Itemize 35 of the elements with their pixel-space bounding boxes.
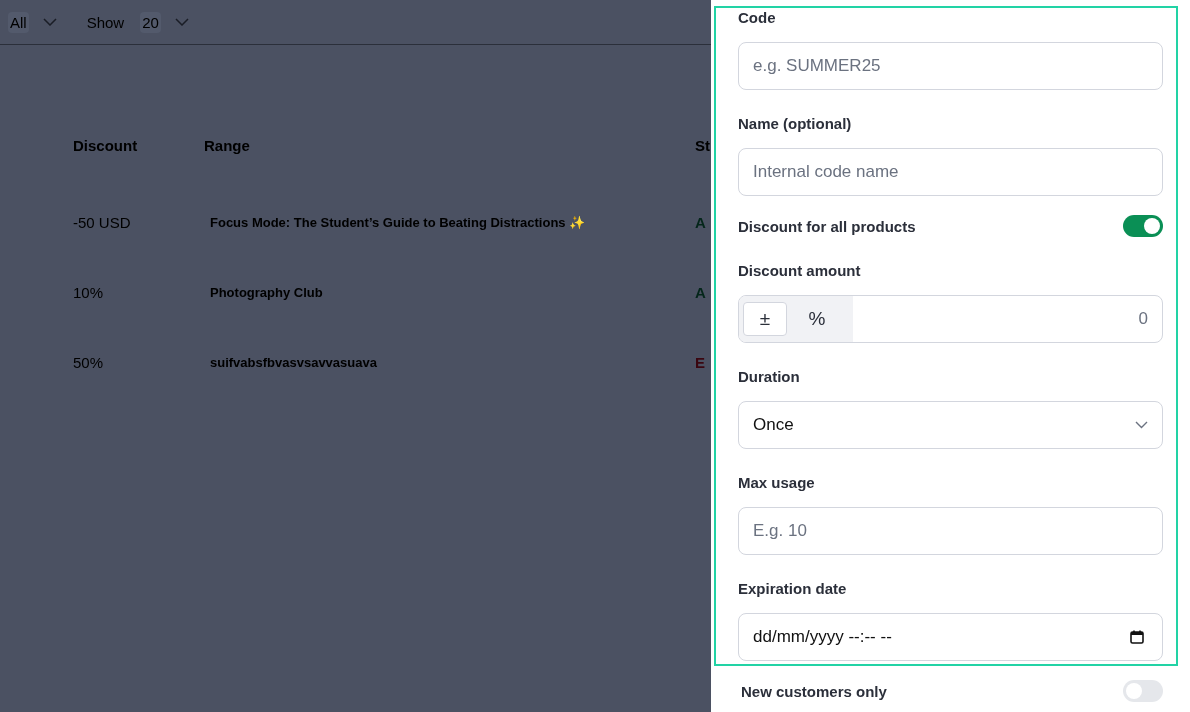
status-text: A [695, 283, 706, 301]
column-header: Range [204, 136, 251, 154]
table-cell-text: -50 USD [73, 213, 132, 231]
range-name: Photography Club [209, 284, 324, 300]
toggle-switch[interactable] [1123, 680, 1163, 702]
column-header: Discount [73, 136, 139, 154]
chevron-down-icon [1135, 421, 1148, 429]
field-label: Discount amount [738, 262, 862, 280]
chevron-down-icon [42, 18, 57, 26]
type-toggle[interactable]: % [795, 302, 839, 336]
calendar-icon [1129, 629, 1145, 645]
status-text: A [695, 213, 706, 231]
max-usage-input[interactable]: E.g. 10 [738, 507, 1163, 555]
amount-input[interactable]: ± % 0 [738, 295, 1163, 343]
range-name: suifvabsfbvasvsavvasuava [209, 354, 378, 370]
chevron-down-icon [174, 18, 189, 26]
toggle-switch[interactable] [1123, 215, 1163, 237]
show-label: Show [86, 13, 125, 31]
type-toggle[interactable]: ± [743, 302, 787, 336]
range-name: Focus Mode: The Student’s Guide to Beating Distractions ✨ [209, 214, 587, 230]
duration-select[interactable]: Once [738, 401, 1163, 449]
table-cell-text: 10% [73, 283, 105, 301]
date-input[interactable]: dd/mm/yyyy --:-- -- [738, 613, 1163, 661]
column-header: St [695, 136, 710, 154]
status-text: E [695, 353, 705, 371]
toggle-label: Discount for all products [738, 217, 916, 235]
field-label: Expiration date [738, 580, 848, 598]
field-label: Code [738, 9, 777, 27]
code-input[interactable]: e.g. SUMMER25 [738, 42, 1163, 90]
name-input[interactable]: Internal code name [738, 148, 1163, 196]
field-label: Max usage [738, 474, 816, 492]
table-cell-text: 50% [73, 353, 105, 371]
field-label: Name (optional) [738, 115, 853, 133]
toggle-label: New customers only [741, 682, 887, 700]
field-label: Duration [738, 368, 801, 386]
